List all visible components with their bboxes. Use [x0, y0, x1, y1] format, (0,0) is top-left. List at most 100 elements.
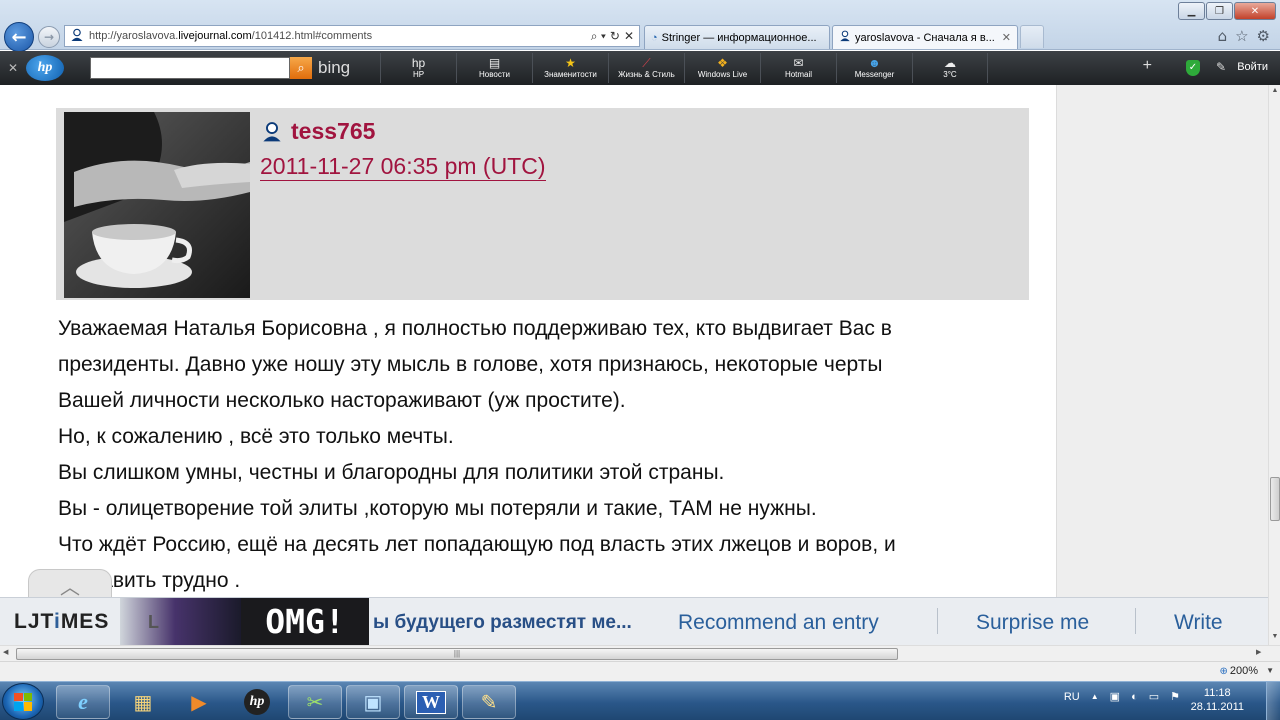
- language-indicator[interactable]: RU: [1064, 691, 1080, 703]
- bing-label: bing: [318, 58, 351, 77]
- zoom-control[interactable]: ⊕ 200%: [1219, 665, 1258, 677]
- show-desktop-button[interactable]: [1266, 682, 1280, 720]
- hp-item-hotmail[interactable]: ✉ Hotmail: [760, 53, 836, 83]
- taskbar-control-panel[interactable]: ▣: [346, 685, 400, 719]
- hp-toolbar-close-icon[interactable]: ✕: [0, 61, 26, 75]
- news-icon: ▤: [488, 56, 501, 70]
- comment-line: Но, к сожалению , всё это только мечты.: [58, 425, 454, 448]
- taskbar-ie[interactable]: e: [56, 685, 110, 719]
- hp-item-windows-live[interactable]: ❖ Windows Live: [684, 53, 760, 83]
- ie-icon: e: [78, 689, 88, 714]
- messenger-icon: ☻: [868, 56, 881, 70]
- horizontal-scroll-thumb[interactable]: |||: [16, 648, 898, 660]
- omg-badge[interactable]: OMG!: [241, 598, 369, 645]
- user-icon: [261, 121, 281, 142]
- surprise-me-link[interactable]: Surprise me: [976, 611, 1089, 635]
- window-controls: ▁ ❐ ✕: [1178, 2, 1276, 20]
- hp-item-weather[interactable]: ☁ 3°C: [912, 53, 988, 83]
- word-icon: W: [416, 690, 446, 714]
- maximize-button[interactable]: ❐: [1206, 2, 1233, 20]
- vertical-scroll-thumb[interactable]: [1270, 477, 1280, 521]
- taskbar-explorer[interactable]: ▦: [116, 685, 170, 719]
- control-panel-icon: ▣: [363, 691, 383, 714]
- horizontal-scrollbar[interactable]: ◀ ||| ▶: [0, 645, 1280, 661]
- tray-expand-icon[interactable]: ▲: [1091, 692, 1099, 701]
- login-link[interactable]: Войти: [1237, 61, 1268, 73]
- search-dropdown-icon[interactable]: ⌕ ▾: [591, 29, 606, 44]
- comment-line: Вы - олицетворение той элиты ,которую мы…: [58, 497, 817, 520]
- hp-app-icon: hp: [244, 689, 270, 715]
- home-icon[interactable]: ⌂: [1218, 27, 1228, 45]
- scroll-left-icon[interactable]: ◀: [3, 648, 8, 656]
- refresh-icon[interactable]: ↻: [610, 29, 620, 44]
- taskbar-media-player[interactable]: ▶: [172, 685, 226, 719]
- stop-icon[interactable]: ✕: [624, 29, 634, 44]
- vertical-scrollbar[interactable]: ▲ ▼: [1268, 85, 1280, 645]
- minimize-button[interactable]: ▁: [1178, 2, 1205, 20]
- right-sidebar: [1056, 85, 1268, 645]
- avatar[interactable]: [64, 112, 250, 298]
- tab-yaroslavova[interactable]: yaroslavova - Сначала я в... ✕: [832, 25, 1018, 49]
- comment-timestamp[interactable]: 2011-11-27 06:35 pm (UTC): [260, 152, 546, 181]
- divider: [1135, 608, 1136, 634]
- tools-gear-icon[interactable]: ⚙: [1257, 27, 1270, 45]
- new-tab-button[interactable]: [1020, 25, 1044, 48]
- recommend-entry-link[interactable]: Recommend an entry: [678, 611, 879, 635]
- scroll-up-icon[interactable]: ▲: [1269, 87, 1280, 94]
- scroll-right-icon[interactable]: ▶: [1256, 648, 1261, 656]
- wrench-icon[interactable]: ✎: [1216, 60, 1226, 74]
- lj-user-icon: [69, 28, 85, 44]
- lifestyle-icon: ⟋: [642, 56, 651, 70]
- display-icon[interactable]: ▭: [1149, 690, 1159, 703]
- hp-item-hp[interactable]: hp HP: [380, 53, 456, 83]
- mail-icon: ✉: [793, 56, 804, 70]
- close-tab-icon[interactable]: ✕: [1002, 31, 1011, 44]
- write-link[interactable]: Write: [1174, 611, 1223, 635]
- taskbar-hp[interactable]: hp: [230, 685, 284, 719]
- browser-titlebar: ▁ ❐ ✕ ← → http://yaroslavova.livejournal…: [0, 0, 1280, 52]
- hp-item-celebrities[interactable]: ★ Знаменитости: [532, 53, 608, 83]
- chevron-up-icon: ︿: [60, 575, 80, 599]
- add-icon[interactable]: +: [1143, 57, 1152, 75]
- forward-button[interactable]: →: [38, 26, 60, 48]
- ticker-headline[interactable]: ы будущего разместят ме...: [373, 612, 632, 634]
- taskbar-paint[interactable]: ✎: [462, 685, 516, 719]
- comment-username[interactable]: tess765: [291, 118, 375, 145]
- tab-label: yaroslavova - Сначала я в...: [855, 31, 995, 44]
- bing-search-icon[interactable]: ⌕: [290, 57, 312, 79]
- ljtimes-logo[interactable]: LJTiMES: [14, 610, 109, 634]
- action-center-icon[interactable]: ⚑: [1170, 690, 1180, 703]
- comment-line: Вашей личности несколько настораживают (…: [58, 389, 626, 412]
- hp-item-news[interactable]: ▤ Новости: [456, 53, 532, 83]
- status-bar: ⊕ 200% ▼: [0, 661, 1280, 681]
- hp-search-input[interactable]: [90, 57, 290, 79]
- comment-line: ставить трудно .: [58, 569, 241, 592]
- ticker-prefix: L: [148, 612, 159, 632]
- taskbar-people[interactable]: ✂: [288, 685, 342, 719]
- address-bar[interactable]: http://yaroslavova.livejournal.com/10141…: [64, 25, 640, 47]
- hp-icon: hp: [411, 56, 426, 70]
- close-window-button[interactable]: ✕: [1234, 2, 1276, 20]
- zoom-dropdown-icon[interactable]: ▼: [1266, 666, 1274, 675]
- system-tray: RU ▲ ▣ ◐ ▭ ⚑: [1064, 690, 1180, 704]
- address-url[interactable]: http://yaroslavova.livejournal.com/10141…: [89, 30, 591, 42]
- favorites-icon[interactable]: ☆: [1235, 27, 1248, 45]
- taskbar-word[interactable]: W: [404, 685, 458, 719]
- address-actions: ⌕ ▾ ↻ ✕: [591, 29, 639, 44]
- network-icon[interactable]: ▣: [1110, 690, 1120, 703]
- lj-user-tab-icon: [839, 30, 851, 45]
- volume-icon[interactable]: ◐: [1131, 691, 1138, 703]
- back-button[interactable]: ←: [4, 22, 34, 52]
- scroll-down-icon[interactable]: ▼: [1269, 633, 1280, 640]
- hp-logo[interactable]: hp: [26, 55, 64, 81]
- hp-item-messenger[interactable]: ☻ Messenger: [836, 53, 912, 83]
- windows-icon: ❖: [717, 56, 728, 70]
- hp-item-lifestyle[interactable]: ⟋ Жизнь & Стиль: [608, 53, 684, 83]
- clock[interactable]: 11:18 28.11.2011: [1191, 686, 1244, 714]
- shield-icon[interactable]: ✓: [1186, 60, 1200, 76]
- start-button[interactable]: [2, 683, 44, 720]
- tab-label: Stringer — информационное...: [661, 31, 817, 44]
- tab-stringer[interactable]: ◔ Stringer — информационное...: [644, 25, 830, 49]
- windows-logo-icon: [14, 692, 32, 711]
- star-icon: ★: [565, 56, 576, 70]
